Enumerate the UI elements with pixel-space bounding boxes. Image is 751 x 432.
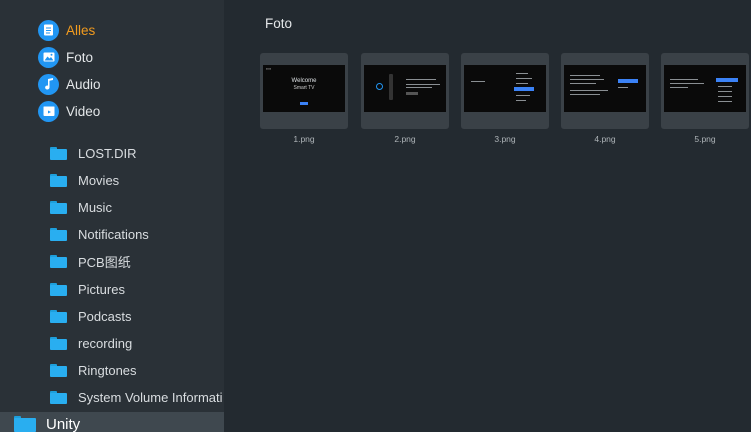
- video-icon: [38, 100, 59, 122]
- section-title: Foto: [265, 16, 293, 31]
- folder-label: Movies: [78, 172, 120, 188]
- folder-item[interactable]: Ringtones: [50, 359, 224, 381]
- file-name: 3.png: [494, 134, 516, 144]
- folder-icon: [50, 363, 67, 377]
- folder-label: Notifications: [78, 226, 149, 242]
- folder-label: Unity: [46, 415, 81, 432]
- folder-icon: [50, 390, 67, 404]
- category-alles[interactable]: Alles: [38, 18, 95, 42]
- folder-label: LOST.DIR: [78, 145, 137, 161]
- folder-item[interactable]: System Volume Informati: [50, 386, 224, 408]
- folder-item[interactable]: Music: [50, 196, 224, 218]
- folder-label: recording: [78, 335, 133, 351]
- folder-icon: [50, 336, 67, 350]
- file-name: 5.png: [694, 134, 716, 144]
- folder-item[interactable]: Notifications: [50, 223, 224, 245]
- folder-item[interactable]: LOST.DIR: [50, 142, 224, 164]
- folder-icon: [50, 200, 67, 214]
- folder-item[interactable]: recording: [50, 332, 224, 354]
- folder-icon: [50, 146, 67, 160]
- category-video[interactable]: Video: [38, 99, 100, 123]
- preview-title: Welcome: [291, 78, 317, 84]
- category-label: Video: [66, 103, 101, 119]
- folder-item[interactable]: Podcasts: [50, 305, 224, 327]
- file-thumbnail[interactable]: [661, 53, 749, 129]
- image-preview: [564, 65, 646, 112]
- folder-label: Pictures: [78, 281, 125, 297]
- category-label: Audio: [66, 76, 101, 92]
- file-thumbnail[interactable]: [561, 53, 649, 129]
- folder-item[interactable]: PCB图纸: [50, 250, 224, 272]
- category-label: Alles: [66, 22, 96, 38]
- folder-icon: [50, 254, 67, 268]
- image-preview: [464, 65, 546, 112]
- folder-icon: [50, 173, 67, 187]
- file-name: 2.png: [394, 134, 416, 144]
- folder-label: System Volume Informati: [78, 389, 223, 405]
- folder-label: Podcasts: [78, 308, 132, 324]
- image-preview: [664, 65, 746, 112]
- folder-item[interactable]: Movies: [50, 169, 224, 191]
- folder-icon: [50, 282, 67, 296]
- file-name: 4.png: [594, 134, 616, 144]
- folder-label: Music: [78, 199, 112, 215]
- category-audio[interactable]: Audio: [38, 72, 101, 96]
- folder-icon: [50, 227, 67, 241]
- folder-item[interactable]: Pictures: [50, 278, 224, 300]
- document-icon: [38, 19, 59, 41]
- category-label: Foto: [66, 49, 94, 65]
- folder-item-selected[interactable]: Unity: [0, 412, 224, 432]
- image-preview: [364, 65, 446, 112]
- category-foto[interactable]: Foto: [38, 45, 93, 69]
- folder-label: PCB图纸: [78, 254, 131, 270]
- folder-icon: [50, 309, 67, 323]
- file-thumbnail[interactable]: [361, 53, 449, 129]
- music-note-icon: [38, 73, 59, 95]
- file-thumbnail[interactable]: [461, 53, 549, 129]
- image-preview: ▪▪▪▪ Welcome Smart TV: [263, 65, 345, 112]
- preview-subtitle: Smart TV: [293, 85, 315, 91]
- photo-icon: [38, 46, 59, 68]
- folder-icon: [14, 416, 36, 432]
- file-name: 1.png: [293, 134, 315, 144]
- sidebar: Alles Foto Audio Video LOST.DIR Movies M…: [0, 0, 224, 432]
- file-thumbnail[interactable]: ▪▪▪▪ Welcome Smart TV: [260, 53, 348, 129]
- folder-label: Ringtones: [78, 362, 137, 378]
